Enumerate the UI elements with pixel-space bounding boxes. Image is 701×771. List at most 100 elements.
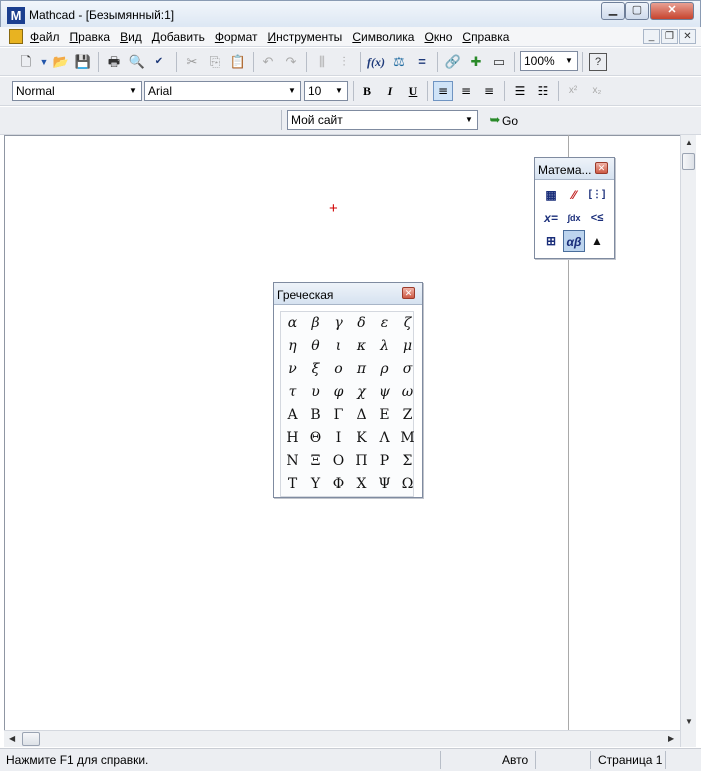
greek-lower-symbol-button[interactable]: ω <box>396 381 419 404</box>
new-dropdown-icon[interactable]: ▼ <box>35 53 53 71</box>
greek-lower-symbol-button[interactable]: τ <box>281 381 304 404</box>
greek-upper-symbol-button[interactable]: Ω <box>396 473 419 496</box>
font-size-select[interactable]: 10 ▼ <box>304 81 348 101</box>
spell-check-icon[interactable]: ✔ <box>150 53 168 71</box>
maximize-button[interactable]: ▢ <box>625 2 649 20</box>
undo-icon[interactable]: ↶ <box>259 53 277 71</box>
greek-upper-symbol-button[interactable]: Τ <box>281 473 304 496</box>
greek-upper-symbol-button[interactable]: Δ <box>350 404 373 427</box>
greek-lower-symbol-button[interactable]: δ <box>350 312 373 335</box>
resource-center-icon[interactable]: ▭ <box>490 53 508 71</box>
greek-lower-symbol-button[interactable]: ψ <box>373 381 396 404</box>
align-across-icon[interactable]: ⫼ <box>313 53 331 71</box>
greek-palette-close-button[interactable]: ✕ <box>402 287 415 299</box>
menu-item[interactable]: Формат <box>215 30 263 44</box>
greek-upper-symbol-button[interactable]: Ο <box>327 450 350 473</box>
menu-item[interactable]: Окно <box>424 30 457 44</box>
insert-function-icon[interactable]: f(x) <box>367 53 385 71</box>
greek-upper-symbol-button[interactable]: Π <box>350 450 373 473</box>
paste-icon[interactable]: 📋 <box>229 53 247 71</box>
greek-upper-symbol-button[interactable]: Ε <box>373 404 396 427</box>
greek-upper-symbol-button[interactable]: Α <box>281 404 304 427</box>
greek-upper-symbol-button[interactable]: Υ <box>304 473 327 496</box>
scroll-up-icon[interactable]: ▲ <box>685 138 693 147</box>
greek-lower-symbol-button[interactable]: α <box>281 312 304 335</box>
insert-component-icon[interactable]: ✚ <box>467 53 485 71</box>
greek-lower-symbol-button[interactable]: ζ <box>396 312 419 335</box>
greek-upper-symbol-button[interactable]: Μ <box>396 427 419 450</box>
numbered-list-button[interactable]: ☷ <box>533 81 553 101</box>
save-icon[interactable]: 💾 <box>74 53 92 71</box>
menu-item[interactable]: Вид <box>120 30 147 44</box>
font-select[interactable]: Arial ▼ <box>144 81 301 101</box>
greek-upper-symbol-button[interactable]: Β <box>304 404 327 427</box>
greek-upper-symbol-button[interactable]: Ψ <box>373 473 396 496</box>
greek-upper-symbol-button[interactable]: Φ <box>327 473 350 496</box>
open-folder-icon[interactable]: 📂 <box>52 53 70 71</box>
evaluation-toolbar-button[interactable]: x= <box>540 207 562 229</box>
insert-unit-icon[interactable]: ⚖ <box>390 53 408 71</box>
menu-item[interactable]: Файл <box>30 30 65 44</box>
greek-lower-symbol-button[interactable]: γ <box>327 312 350 335</box>
greek-lower-symbol-button[interactable]: β <box>304 312 327 335</box>
greek-toolbar-button[interactable]: αβ <box>563 230 585 252</box>
greek-lower-symbol-button[interactable]: σ <box>396 358 419 381</box>
vertical-scroll-thumb[interactable] <box>682 153 695 170</box>
greek-upper-symbol-button[interactable]: Η <box>281 427 304 450</box>
greek-lower-symbol-button[interactable]: η <box>281 335 304 358</box>
menu-item[interactable]: Символика <box>352 30 419 44</box>
math-palette-titlebar[interactable]: Матема... ✕ <box>535 158 614 180</box>
greek-upper-symbol-button[interactable]: Ξ <box>304 450 327 473</box>
align-left-button[interactable]: ≡ <box>433 81 453 101</box>
close-button[interactable]: ✕ <box>650 2 694 20</box>
greek-lower-symbol-button[interactable]: ν <box>281 358 304 381</box>
greek-lower-symbol-button[interactable]: ο <box>327 358 350 381</box>
greek-lower-symbol-button[interactable]: ε <box>373 312 396 335</box>
menu-item[interactable]: Правка <box>70 30 116 44</box>
programming-toolbar-button[interactable]: ⊞ <box>540 230 562 252</box>
greek-lower-symbol-button[interactable]: ρ <box>373 358 396 381</box>
greek-upper-symbol-button[interactable]: Σ <box>396 450 419 473</box>
scroll-down-icon[interactable]: ▼ <box>685 717 693 726</box>
greek-lower-symbol-button[interactable]: λ <box>373 335 396 358</box>
calculator-toolbar-button[interactable]: ▦ <box>540 184 562 206</box>
graph-toolbar-button[interactable]: ⁄⁄ <box>563 184 585 206</box>
boolean-toolbar-button[interactable]: <≤ <box>586 207 608 229</box>
greek-upper-symbol-button[interactable]: Θ <box>304 427 327 450</box>
horizontal-scrollbar[interactable]: ◀ ▶ <box>4 730 680 747</box>
symbolic-toolbar-button[interactable]: ▲ <box>586 230 608 252</box>
italic-button[interactable]: I <box>380 81 400 101</box>
greek-upper-symbol-button[interactable]: Χ <box>350 473 373 496</box>
greek-lower-symbol-button[interactable]: ι <box>327 335 350 358</box>
superscript-button[interactable]: x² <box>563 81 583 101</box>
align-down-icon[interactable]: ⫶ <box>335 53 353 71</box>
horizontal-scroll-thumb[interactable] <box>22 732 40 746</box>
subscript-button[interactable]: x₂ <box>587 81 607 101</box>
mdi-minimize-button[interactable]: _ <box>643 29 660 44</box>
bullet-list-button[interactable]: ☰ <box>510 81 530 101</box>
align-center-button[interactable]: ≡ <box>456 81 476 101</box>
new-document-icon[interactable]: 🗋 <box>17 53 35 71</box>
document-menu-icon[interactable] <box>9 29 23 44</box>
help-icon[interactable]: ? <box>589 53 607 71</box>
mdi-close-button[interactable]: ✕ <box>679 29 696 44</box>
site-select[interactable]: Мой сайт ▼ <box>287 110 478 130</box>
greek-lower-symbol-button[interactable]: π <box>350 358 373 381</box>
greek-lower-symbol-button[interactable]: υ <box>304 381 327 404</box>
scroll-left-icon[interactable]: ◀ <box>9 734 15 743</box>
scroll-right-icon[interactable]: ▶ <box>668 734 674 743</box>
greek-upper-symbol-button[interactable]: Ι <box>327 427 350 450</box>
menu-item[interactable]: Добавить <box>152 30 210 44</box>
greek-upper-symbol-button[interactable]: Κ <box>350 427 373 450</box>
greek-lower-symbol-button[interactable]: μ <box>396 335 419 358</box>
style-select[interactable]: Normal ▼ <box>12 81 142 101</box>
greek-upper-symbol-button[interactable]: Ρ <box>373 450 396 473</box>
align-right-button[interactable]: ≡ <box>479 81 499 101</box>
greek-upper-symbol-button[interactable]: Ζ <box>396 404 419 427</box>
greek-upper-symbol-button[interactable]: Λ <box>373 427 396 450</box>
vertical-scrollbar[interactable]: ▲ ▼ <box>680 135 696 747</box>
bold-button[interactable]: B <box>357 81 377 101</box>
matrix-toolbar-button[interactable]: [⋮] <box>586 184 608 206</box>
calculus-toolbar-button[interactable]: ∫dx <box>563 207 585 229</box>
greek-upper-symbol-button[interactable]: Γ <box>327 404 350 427</box>
